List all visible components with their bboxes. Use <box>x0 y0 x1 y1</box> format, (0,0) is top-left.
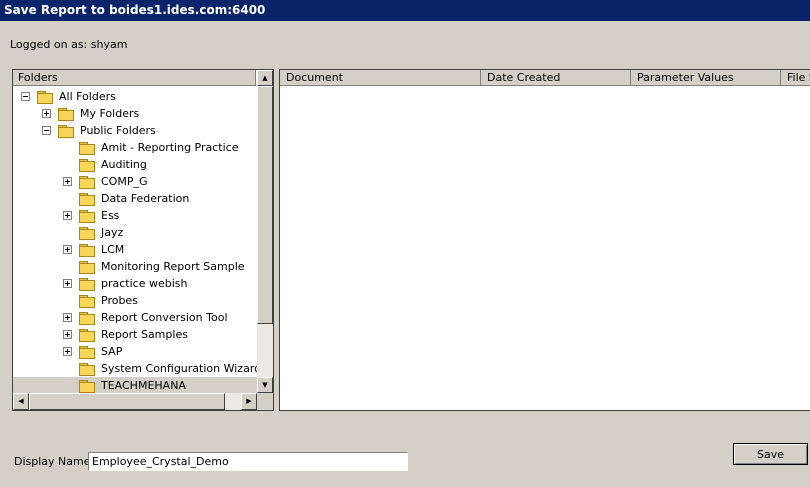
scroll-left-button[interactable]: ◀ <box>13 393 29 410</box>
tree-vertical-scroll-thumb[interactable] <box>257 86 273 324</box>
save-button[interactable]: Save <box>733 443 808 465</box>
tree-item-label: TEACHMEHANA <box>101 379 186 392</box>
tree-item-label: Report Samples <box>101 328 188 341</box>
scroll-up-button[interactable]: ▲ <box>257 70 273 86</box>
folders-column-header[interactable]: Folders <box>13 70 256 86</box>
window-title: Save Report to boides1.ides.com:6400 <box>4 3 266 17</box>
folder-icon <box>37 91 53 104</box>
display-name-label: Display Name: <box>14 455 95 468</box>
tree-item[interactable]: System Configuration Wizard <box>13 360 262 377</box>
tree-item[interactable]: All Folders <box>13 88 258 105</box>
document-column-header[interactable]: Document <box>280 70 481 86</box>
tree-item-label: Jayz <box>101 226 124 239</box>
expand-icon[interactable] <box>63 313 72 322</box>
file-size-column-header[interactable]: File S <box>781 70 810 86</box>
tree-item[interactable]: Jayz <box>13 224 258 241</box>
folder-icon <box>58 125 74 138</box>
folder-icon <box>58 108 74 121</box>
expand-icon[interactable] <box>63 279 72 288</box>
tree-item[interactable]: Public Folders <box>13 122 258 139</box>
tree-item-label: Report Conversion Tool <box>101 311 228 324</box>
tree-item[interactable]: Auditing <box>13 156 258 173</box>
tree-item[interactable]: SAP <box>13 343 258 360</box>
tree-item-label: Public Folders <box>80 124 156 137</box>
date-created-column-header[interactable]: Date Created <box>481 70 631 86</box>
tree-item[interactable]: Probes <box>13 292 258 309</box>
tree-item[interactable]: COMP_G <box>13 173 258 190</box>
display-name-input[interactable] <box>88 452 408 471</box>
logged-on-label: Logged on as: shyam <box>10 38 128 51</box>
tree-item-label: My Folders <box>80 107 140 120</box>
expand-icon[interactable] <box>63 245 72 254</box>
tree-item[interactable]: TEACHMEHANA <box>13 377 258 394</box>
collapse-icon[interactable] <box>42 126 51 135</box>
tree-item[interactable]: Report Conversion Tool <box>13 309 258 326</box>
folder-icon <box>79 380 95 393</box>
tree-horizontal-scroll-thumb[interactable] <box>29 393 225 410</box>
document-list[interactable]: Document Date Created Parameter Values F… <box>279 69 810 411</box>
folder-icon <box>79 193 95 206</box>
tree-item[interactable]: Amit - Reporting Practice <box>13 139 258 156</box>
tree-item-label: Probes <box>101 294 138 307</box>
folder-icon <box>79 244 95 257</box>
tree-horizontal-scrollbar[interactable]: ◀ ▶ <box>13 393 257 410</box>
tree-item-label: Monitoring Report Sample <box>101 260 245 273</box>
window-title-bar: Save Report to boides1.ides.com:6400 <box>0 0 810 21</box>
tree-item-label: Data Federation <box>101 192 190 205</box>
tree-item-label: COMP_G <box>101 175 148 188</box>
tree-item-label: All Folders <box>59 90 116 103</box>
folder-icon <box>79 261 95 274</box>
expand-icon[interactable] <box>63 330 72 339</box>
parameter-values-column-header[interactable]: Parameter Values <box>631 70 781 86</box>
scrollbar-corner <box>257 393 273 410</box>
folder-icon <box>79 329 95 342</box>
expand-icon[interactable] <box>42 109 51 118</box>
tree-item[interactable]: practice webish <box>13 275 258 292</box>
tree-item-label: practice webish <box>101 277 188 290</box>
tree-item-label: LCM <box>101 243 125 256</box>
tree-item[interactable]: Ess <box>13 207 258 224</box>
folder-icon <box>79 159 95 172</box>
collapse-icon[interactable] <box>21 92 30 101</box>
tree-item-label: Amit - Reporting Practice <box>101 141 239 154</box>
tree-item[interactable]: LCM <box>13 241 258 258</box>
tree-item-label: Auditing <box>101 158 147 171</box>
tree-item-label: Ess <box>101 209 120 222</box>
scroll-right-button[interactable]: ▶ <box>241 393 257 410</box>
tree-item[interactable]: Monitoring Report Sample <box>13 258 258 275</box>
expand-icon[interactable] <box>63 347 72 356</box>
expand-icon[interactable] <box>63 177 72 186</box>
folder-icon <box>79 142 95 155</box>
folder-icon <box>79 210 95 223</box>
folder-tree[interactable]: Folders All Folders My Folders Public Fold… <box>12 69 274 411</box>
folder-icon <box>79 363 95 376</box>
tree-item[interactable]: My Folders <box>13 105 258 122</box>
folder-icon <box>79 346 95 359</box>
tree-item-label: System Configuration Wizard <box>101 362 262 375</box>
folder-icon <box>79 227 95 240</box>
tree-item[interactable]: Data Federation <box>13 190 258 207</box>
folder-icon <box>79 278 95 291</box>
scroll-down-button[interactable]: ▼ <box>257 377 273 393</box>
expand-icon[interactable] <box>63 211 72 220</box>
folder-icon <box>79 295 95 308</box>
tree-item-label: SAP <box>101 345 123 358</box>
folder-icon <box>79 312 95 325</box>
tree-item[interactable]: Report Samples <box>13 326 258 343</box>
folder-icon <box>79 176 95 189</box>
tree-vertical-scrollbar[interactable]: ▲ ▼ <box>257 70 273 393</box>
